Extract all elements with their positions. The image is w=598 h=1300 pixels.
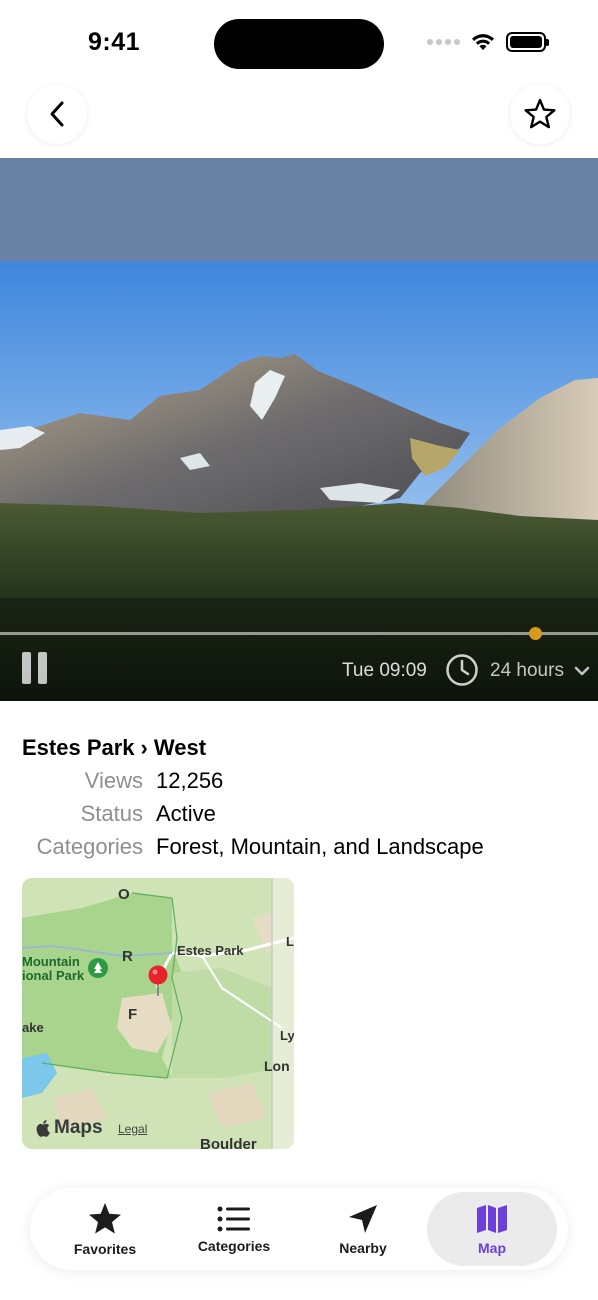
timeline-scrubber[interactable] bbox=[0, 632, 598, 635]
detail-value: Active bbox=[156, 801, 216, 826]
map-label: L bbox=[286, 934, 294, 949]
apple-logo-icon bbox=[36, 1120, 50, 1137]
map-tiles bbox=[22, 878, 294, 1149]
favorite-button[interactable] bbox=[510, 84, 570, 144]
detail-value: 12,256 bbox=[156, 768, 224, 793]
status-time: 9:41 bbox=[88, 28, 141, 56]
detail-value: Forest, Mountain, and Landscape bbox=[156, 834, 484, 859]
star-fill-icon bbox=[89, 1202, 121, 1234]
star-outline-icon bbox=[524, 98, 556, 129]
map-label-park: Mountain bbox=[22, 954, 80, 969]
back-button[interactable] bbox=[27, 84, 87, 144]
map-label: Lon bbox=[264, 1058, 290, 1074]
map-label: ake bbox=[22, 1020, 44, 1035]
wifi-icon bbox=[472, 34, 494, 50]
detail-label: Categories bbox=[36, 834, 143, 859]
tab-label: Nearby bbox=[339, 1239, 387, 1256]
location-arrow-icon bbox=[349, 1204, 377, 1233]
map-label: F bbox=[128, 1006, 138, 1023]
dynamic-island bbox=[214, 19, 384, 69]
breadcrumb-separator: › bbox=[140, 735, 148, 760]
map-legal-link[interactable]: Legal bbox=[118, 1122, 147, 1136]
tab-label: Map bbox=[478, 1239, 506, 1256]
map-label: Boulder bbox=[200, 1136, 257, 1149]
tab-bar: Favorites Categories Nearby Map bbox=[30, 1188, 568, 1270]
tab-categories[interactable]: Categories bbox=[169, 1192, 299, 1266]
location-name: West bbox=[153, 735, 207, 760]
list-icon bbox=[217, 1206, 250, 1231]
pause-button[interactable] bbox=[22, 652, 48, 684]
status-icons bbox=[427, 32, 549, 52]
clock-icon[interactable] bbox=[445, 653, 479, 687]
detail-label: Status bbox=[80, 801, 143, 826]
map-label: O bbox=[118, 886, 130, 903]
maps-brand-text: Maps bbox=[54, 1117, 103, 1138]
tab-map[interactable]: Map bbox=[427, 1192, 557, 1266]
map-label-estes-park: Estes Park bbox=[177, 943, 244, 958]
apple-maps-logo: Maps bbox=[36, 1117, 103, 1139]
webcam-title: Estes Park › West bbox=[22, 735, 206, 761]
map-icon bbox=[477, 1204, 507, 1233]
webcam-scene bbox=[0, 158, 598, 701]
park-icon bbox=[88, 958, 108, 978]
frame-timestamp: Tue 09:09 bbox=[342, 660, 427, 681]
tab-nearby[interactable]: Nearby bbox=[298, 1192, 428, 1266]
tab-label: Favorites bbox=[73, 1240, 137, 1257]
chevron-down-icon[interactable] bbox=[574, 665, 590, 677]
map-label-park: ional Park bbox=[22, 968, 85, 983]
location-pin-icon bbox=[148, 965, 168, 996]
chevron-left-icon bbox=[50, 101, 64, 127]
tab-label: Categories bbox=[197, 1237, 271, 1254]
webcam-image[interactable]: Tue 09:09 24 hours bbox=[0, 158, 598, 701]
tab-favorites[interactable]: Favorites bbox=[40, 1192, 170, 1266]
location-parent[interactable]: Estes Park bbox=[22, 735, 135, 761]
detail-row-status: Status Active bbox=[0, 801, 598, 831]
detail-label: Views bbox=[84, 768, 143, 793]
detail-row-views: Views 12,256 bbox=[0, 768, 598, 798]
time-range-selector[interactable]: 24 hours bbox=[490, 660, 564, 682]
map-preview[interactable]: O R F L Estes Park Mountain ional Park a… bbox=[22, 878, 294, 1149]
battery-icon bbox=[506, 32, 549, 52]
cellular-signal-icon bbox=[427, 39, 460, 45]
detail-row-categories: Categories Forest, Mountain, and Landsca… bbox=[0, 834, 598, 864]
map-label: Ly bbox=[280, 1028, 294, 1043]
status-bar: 9:41 bbox=[0, 0, 598, 80]
map-label: R bbox=[122, 948, 133, 965]
